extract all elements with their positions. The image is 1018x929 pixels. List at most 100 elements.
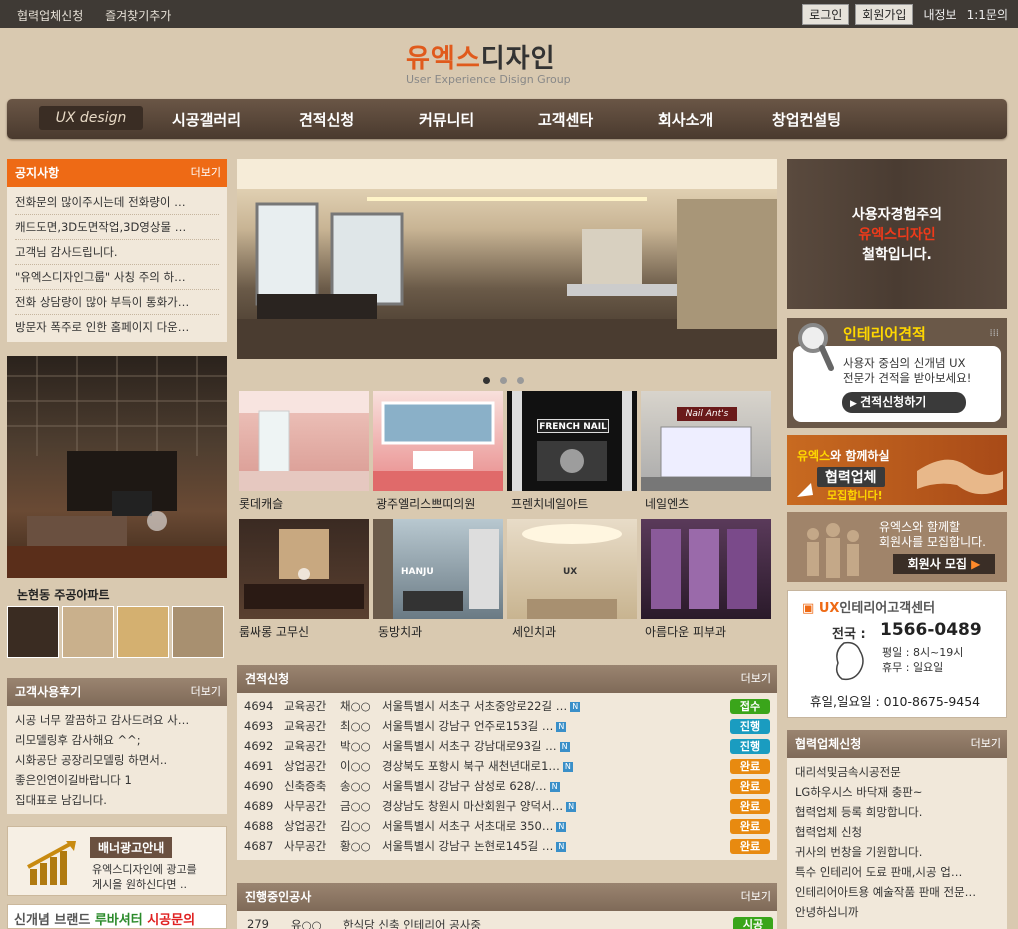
- philosophy-banner[interactable]: 사용자경험주의 유엑스디자인 철학입니다.: [787, 159, 1007, 309]
- partner-apply-link[interactable]: 협력업체신청: [17, 9, 83, 23]
- status-badge: 진행: [730, 718, 770, 734]
- list-item[interactable]: LG하우시스 바닥재 충판~: [795, 782, 999, 802]
- slider-dot[interactable]: [500, 377, 507, 384]
- nav-company[interactable]: 회사소개: [658, 109, 713, 130]
- list-item[interactable]: 전화 상담량이 많아 부득이 통화가…: [15, 290, 219, 315]
- est-address: 서울특별시 강남구 언주로153길 …: [382, 719, 554, 733]
- nav-estimate[interactable]: 견적신청: [299, 109, 354, 130]
- est-name: 송○○: [340, 779, 371, 793]
- table-row[interactable]: 4692 교육공간 박○○ 서울특별시 서초구 강남대로93길 … N 진행: [241, 736, 773, 756]
- list-item[interactable]: 고객님 감사드립니다.: [15, 240, 219, 265]
- join-button[interactable]: 회원가입: [855, 4, 914, 25]
- gallery-thumb-8[interactable]: [641, 519, 771, 619]
- list-item[interactable]: 협력업체 신청: [795, 822, 999, 842]
- list-item[interactable]: 캐드도면,3D도면작업,3D영상물 …: [15, 215, 219, 240]
- notice-header: 공지사항 더보기: [7, 159, 227, 187]
- gallery-thumb-7[interactable]: UX: [507, 519, 637, 619]
- speech-bubble-icon: ▣: [802, 601, 815, 616]
- list-item[interactable]: 인테리어아트용 예술작품 판매 전문…: [795, 882, 999, 902]
- gallery-thumb-3[interactable]: FRENCH NAIL: [507, 391, 637, 491]
- table-row[interactable]: 4688 상업공간 김○○ 서울특별시 서초구 서초대로 350… N 완료: [241, 816, 773, 836]
- member-button[interactable]: 회원사 모집 ▶: [893, 554, 995, 574]
- gallery-thumb-4[interactable]: Nail Ant's: [641, 391, 771, 491]
- est-name: 금○○: [340, 799, 371, 813]
- notice-more[interactable]: 더보기: [191, 159, 221, 187]
- nav-home[interactable]: UX design: [39, 106, 143, 130]
- partner-apply-header: 협력업체신청 더보기: [787, 730, 1007, 758]
- list-item[interactable]: "유엑스디자인그룹" 사칭 주의 하…: [15, 265, 219, 290]
- table-row[interactable]: 4691 상업공간 이○○ 경상북도 포항시 북구 새천년대로1… N 완료: [241, 756, 773, 776]
- feature-thumb[interactable]: [7, 606, 59, 658]
- quote-title: 인테리어견적: [843, 325, 926, 343]
- qna-link[interactable]: 1:1문의: [967, 6, 1008, 23]
- cs-holiday: 휴무 : 일요일: [882, 661, 944, 674]
- new-icon: N: [556, 721, 567, 732]
- gallery-thumb-1[interactable]: [239, 391, 369, 491]
- brand-text3: 시공문의: [147, 913, 196, 928]
- nav-cs[interactable]: 고객센타: [538, 109, 593, 130]
- new-icon: N: [559, 741, 570, 752]
- notice-box: 공지사항 더보기 전화문의 많이주시는데 전화량이 … 캐드도면,3D도면작업,3…: [7, 159, 227, 342]
- ongoing-more[interactable]: 더보기: [741, 883, 771, 911]
- new-icon: N: [562, 761, 573, 772]
- list-item[interactable]: 대리석및금속시공전문: [795, 762, 999, 782]
- cs-weekday: 평일 : 8시~19시: [882, 646, 964, 659]
- reviews-more[interactable]: 더보기: [191, 678, 221, 706]
- list-item[interactable]: 안녕하십니까: [795, 902, 999, 922]
- partner-apply-more[interactable]: 더보기: [971, 730, 1001, 758]
- list-item[interactable]: 시화공단 공장리모델링 하면서..: [15, 750, 219, 770]
- banner-ad[interactable]: 배너광고안내 유엑스디자인에 광고를 게시을 원하신다면 ..: [7, 826, 227, 896]
- list-item[interactable]: 전화문의 많이주시는데 전화량이 …: [15, 190, 219, 215]
- slider-dot[interactable]: [483, 377, 490, 384]
- nav-gallery[interactable]: 시공갤러리: [172, 109, 241, 130]
- list-item[interactable]: 특수 인테리어 도료 판매,시공 업…: [795, 862, 999, 882]
- est-address: 서울특별시 서초구 강남대로93길 …: [382, 739, 557, 753]
- ongoing-title: 진행중인공사: [245, 890, 312, 904]
- estimate-more[interactable]: 더보기: [741, 665, 771, 693]
- banner-ad-line2: 게시을 원하신다면 ..: [92, 878, 187, 891]
- table-row[interactable]: 279 유○○ 한식당 신축 인테리어 공사중 시공: [237, 911, 777, 929]
- feature-thumb[interactable]: [172, 606, 224, 658]
- nav-community[interactable]: 커뮤니티: [419, 109, 474, 130]
- login-button[interactable]: 로그인: [802, 4, 850, 25]
- brand-strip[interactable]: 신개념 브랜드 루바셔터 시공문의: [7, 904, 227, 929]
- table-row[interactable]: 4693 교육공간 최○○ 서울특별시 강남구 언주로153길 … N 진행: [241, 716, 773, 736]
- est-no: 4693: [244, 719, 274, 733]
- table-row[interactable]: 4694 교육공간 채○○ 서울특별시 서초구 서초중앙로22길 … N 접수: [241, 696, 773, 716]
- gallery-image: [373, 401, 503, 491]
- est-name: 황○○: [340, 839, 371, 853]
- list-item[interactable]: 방문자 폭주로 인한 홈페이지 다운…: [15, 315, 219, 340]
- my-info-link[interactable]: 내정보: [923, 6, 956, 23]
- site-logo[interactable]: 유엑스디자인 User Experience Disign Group: [406, 38, 571, 86]
- main-slider[interactable]: [237, 159, 777, 359]
- nav-consulting[interactable]: 창업컨설팅: [772, 109, 841, 130]
- list-item[interactable]: 시공 너무 깔끔하고 감사드려요 사…: [15, 710, 219, 730]
- gallery-thumb-6[interactable]: HANJU: [373, 519, 503, 619]
- cs-title: 인테리어고객센터: [839, 601, 936, 616]
- gallery-caption: 룸싸롱 고무신: [239, 625, 310, 639]
- feature-thumb[interactable]: [62, 606, 114, 658]
- list-item[interactable]: 협력업체 등록 희망합니다.: [795, 802, 999, 822]
- bookmark-link[interactable]: 즐겨찾기추가: [105, 9, 171, 23]
- quote-banner[interactable]: 인테리어견적 ⁞⁞⁞ 사용자 중심의 신개념 UX 전문가 견적을 받아보세요!…: [787, 318, 1007, 428]
- list-item[interactable]: 리모델링후 감사해요 ^^;: [15, 730, 219, 750]
- list-item[interactable]: 집대표로 남깁니다.: [15, 790, 219, 810]
- partner-banner[interactable]: 유엑스와 함께하실 협력업체 모집합니다!: [787, 435, 1007, 505]
- estimate-box: 견적신청 더보기 4694 교육공간 채○○ 서울특별시 서초구 서초중앙로22길 … N…: [237, 665, 777, 860]
- gallery-caption: 프렌치네일아트: [511, 497, 589, 511]
- gallery-thumb-2[interactable]: [373, 391, 503, 491]
- gallery-thumb-5[interactable]: [239, 519, 369, 619]
- feature-thumbs: [7, 606, 227, 659]
- table-row[interactable]: 4690 신축증축 송○○ 서울특별시 강남구 삼성로 628/… N 완료: [241, 776, 773, 796]
- philosophy-line2: 유엑스디자인: [858, 227, 936, 243]
- quote-button[interactable]: ▶ 견적신청하기: [842, 392, 966, 413]
- list-item[interactable]: 좋은인연이길바랍니다 1: [15, 770, 219, 790]
- member-banner[interactable]: 유엑스와 함께할 회원사를 모집합니다. 회원사 모집 ▶: [787, 512, 1007, 582]
- feature-thumb[interactable]: [117, 606, 169, 658]
- brand-text1: 신개념 브랜드: [14, 913, 91, 928]
- table-row[interactable]: 4687 사무공간 황○○ 서울특별시 강남구 논현로145길 … N 완료: [241, 836, 773, 856]
- slider-dot[interactable]: [517, 377, 524, 384]
- list-item[interactable]: 귀사의 번창을 기원합니다.: [795, 842, 999, 862]
- table-row[interactable]: 4689 사무공간 금○○ 경상남도 창원시 마산회원구 양덕서… N 완료: [241, 796, 773, 816]
- feature-photo[interactable]: [7, 356, 227, 578]
